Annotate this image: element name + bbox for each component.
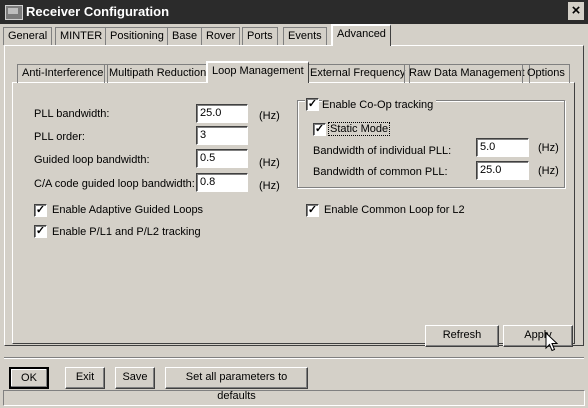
common-loop-l2-label: Enable Common Loop for L2 xyxy=(324,204,465,216)
pl1-pl2-checkbox[interactable]: ✓ xyxy=(34,225,47,238)
save-button[interactable]: Save xyxy=(115,367,155,389)
ok-button[interactable]: OK xyxy=(9,367,49,389)
ca-code-guided-input[interactable]: 0.8 xyxy=(196,173,248,192)
adaptive-guided-label: Enable Adaptive Guided Loops xyxy=(52,204,204,216)
pl1-pl2-label: Enable P/L1 and P/L2 tracking xyxy=(52,226,201,238)
common-pll-input[interactable]: 25.0 xyxy=(476,161,529,180)
subtab-external-frequency[interactable]: External Frequency xyxy=(305,64,411,83)
guided-loop-bandwidth-unit: (Hz) xyxy=(259,157,280,169)
mouse-cursor-icon xyxy=(545,332,559,352)
refresh-button[interactable]: Refresh xyxy=(425,325,499,347)
tab-advanced[interactable]: Advanced xyxy=(331,24,391,46)
coop-enable-checkbox[interactable]: ✓ xyxy=(306,98,319,111)
tab-positioning[interactable]: Positioning xyxy=(105,27,169,45)
tab-general[interactable]: General xyxy=(3,27,53,45)
status-bar xyxy=(3,390,585,406)
title-bar: Receiver Configuration × xyxy=(0,0,588,24)
guided-loop-bandwidth-input[interactable]: 0.5 xyxy=(196,149,248,168)
pll-order-label: PLL order: xyxy=(34,131,85,143)
individual-pll-input[interactable]: 5.0 xyxy=(476,138,529,157)
pll-order-input[interactable]: 3 xyxy=(196,126,248,145)
set-defaults-button[interactable]: Set all parameters to defaults xyxy=(165,367,308,402)
individual-pll-label: Bandwidth of individual PLL: xyxy=(313,145,452,157)
static-mode-label: Static Mode xyxy=(328,122,391,136)
app-icon xyxy=(5,5,23,20)
subtab-loop-management[interactable]: Loop Management xyxy=(206,61,309,83)
tab-events[interactable]: Events xyxy=(283,27,327,45)
common-loop-l2-checkbox[interactable]: ✓ xyxy=(306,204,319,217)
subtab-anti-interference[interactable]: Anti-Interference xyxy=(17,64,109,83)
apply-button[interactable]: Apply xyxy=(503,325,573,347)
tab-rover[interactable]: Rover xyxy=(201,27,241,45)
static-mode-checkbox[interactable]: ✓ xyxy=(313,123,326,136)
tab-minter[interactable]: MINTER xyxy=(55,27,108,45)
coop-enable-label: Enable Co-Op tracking xyxy=(322,99,437,111)
ca-code-guided-label: C/A code guided loop bandwidth: xyxy=(34,178,195,190)
bottom-separator xyxy=(4,357,584,359)
tab-base[interactable]: Base xyxy=(167,27,203,45)
common-pll-unit: (Hz) xyxy=(538,165,559,177)
pll-bandwidth-input[interactable]: 25.0 xyxy=(196,104,248,123)
close-icon[interactable]: × xyxy=(568,2,584,20)
pll-bandwidth-unit: (Hz) xyxy=(259,110,280,122)
tab-ports[interactable]: Ports xyxy=(242,27,278,45)
guided-loop-bandwidth-label: Guided loop bandwidth: xyxy=(34,154,150,166)
subtab-raw-data-management[interactable]: Raw Data Management xyxy=(404,64,530,83)
coop-group-header: ✓ xyxy=(305,98,319,112)
exit-button[interactable]: Exit xyxy=(65,367,105,389)
individual-pll-unit: (Hz) xyxy=(538,142,559,154)
subtab-options[interactable]: Options xyxy=(522,64,570,83)
pll-bandwidth-label: PLL bandwidth: xyxy=(34,108,110,120)
ca-code-guided-unit: (Hz) xyxy=(259,180,280,192)
adaptive-guided-checkbox[interactable]: ✓ xyxy=(34,204,47,217)
common-pll-label: Bandwidth of common PLL: xyxy=(313,166,448,178)
subtab-multipath-reduction[interactable]: Multipath Reduction xyxy=(104,64,212,83)
window-title: Receiver Configuration xyxy=(26,4,170,19)
